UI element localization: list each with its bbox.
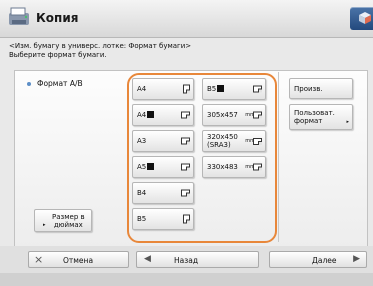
paper-305x457-button[interactable]: 305x457 mm <box>202 104 266 126</box>
custom-size-button[interactable]: Произв. <box>289 78 353 99</box>
paper-landscape-icon <box>181 189 190 197</box>
panel-divider <box>278 72 279 242</box>
main-menu-button[interactable] <box>350 7 373 30</box>
selected-dot-icon <box>27 81 31 86</box>
arrow-right-icon: ▶ <box>353 254 360 264</box>
paper-portrait-icon <box>183 214 190 224</box>
paper-landscape-icon <box>181 111 190 119</box>
size-inches-label-2: дюймах <box>53 220 83 229</box>
page-title: Копия <box>36 11 79 25</box>
format-ab-label: Формат A/B <box>37 79 83 88</box>
paper-portrait-icon <box>183 84 190 94</box>
paper-landscape-icon <box>181 137 190 145</box>
paper-330x483-label: 330x483 <box>207 163 238 171</box>
paper-b5-label: B5 <box>137 215 147 223</box>
paper-a4r-button[interactable]: A4 <box>132 104 194 126</box>
paper-sra3-label: (SRA3) <box>207 141 231 149</box>
paper-b4-label: B4 <box>137 189 147 197</box>
instructions: <Изм. бумагу в универс. лотке: Формат бу… <box>9 42 191 60</box>
rotated-badge-icon <box>147 163 155 170</box>
paper-a5r-button[interactable]: A5 <box>132 156 194 178</box>
paper-a4-label: A4 <box>137 85 147 93</box>
cancel-button[interactable]: × Отмена <box>28 251 129 268</box>
instruction-line-2: Выберите формат бумаги. <box>9 51 107 59</box>
paper-320x450-button[interactable]: 320x450 (SRA3) mm <box>202 130 266 152</box>
paper-landscape-icon <box>181 163 190 171</box>
rotated-badge-icon <box>217 85 225 92</box>
user-format-label-1: Пользоват. <box>294 109 335 117</box>
paper-a4-button[interactable]: A4 <box>132 78 194 100</box>
paper-b4-button[interactable]: B4 <box>132 182 194 204</box>
paper-330x483-button[interactable]: 330x483 mm <box>202 156 266 178</box>
size-inches-button[interactable]: ▸ Размер в дюймах <box>34 209 92 232</box>
format-ab-option[interactable]: Формат A/B <box>27 79 83 88</box>
paper-a5r-label: A5 <box>137 163 147 171</box>
instruction-line-1: <Изм. бумагу в универс. лотке: Формат бу… <box>9 42 192 50</box>
user-format-label-2: формат <box>294 117 323 125</box>
copy-icon <box>9 7 29 25</box>
paper-a3-label: A3 <box>137 137 147 145</box>
cancel-label: Отмена <box>63 256 94 265</box>
title-bar: Копия <box>0 0 373 38</box>
rotated-badge-icon <box>147 111 155 118</box>
next-label: Далее <box>312 256 337 265</box>
custom-size-label: Произв. <box>294 84 323 93</box>
user-format-button[interactable]: Пользоват. формат ▸ <box>289 104 353 130</box>
paper-b5-button[interactable]: B5 <box>132 208 194 230</box>
arrow-left-icon: ◀ <box>144 254 151 264</box>
paper-landscape-icon <box>253 111 262 119</box>
paper-b5r-label: B5 <box>207 85 217 93</box>
paper-320x450-label: 320x450 <box>207 133 238 141</box>
paper-305x457-label: 305x457 <box>207 111 238 119</box>
back-label: Назад <box>174 256 199 265</box>
back-button[interactable]: ◀ Назад <box>136 251 259 268</box>
cube-icon <box>359 12 371 24</box>
paper-landscape-icon <box>253 85 262 93</box>
paper-landscape-icon <box>253 163 262 171</box>
paper-a3-button[interactable]: A3 <box>132 130 194 152</box>
size-inches-label-1: Размер в <box>52 212 85 221</box>
next-button[interactable]: Далее ▶ <box>269 251 367 268</box>
paper-b5r-button[interactable]: B5 <box>202 78 266 100</box>
arrow-right-icon: ▸ <box>346 119 349 125</box>
paper-a4r-label: A4 <box>137 111 147 119</box>
arrow-right-icon: ▸ <box>43 222 46 228</box>
status-strip <box>0 273 373 286</box>
close-icon: × <box>34 253 44 266</box>
paper-landscape-icon <box>253 138 262 145</box>
